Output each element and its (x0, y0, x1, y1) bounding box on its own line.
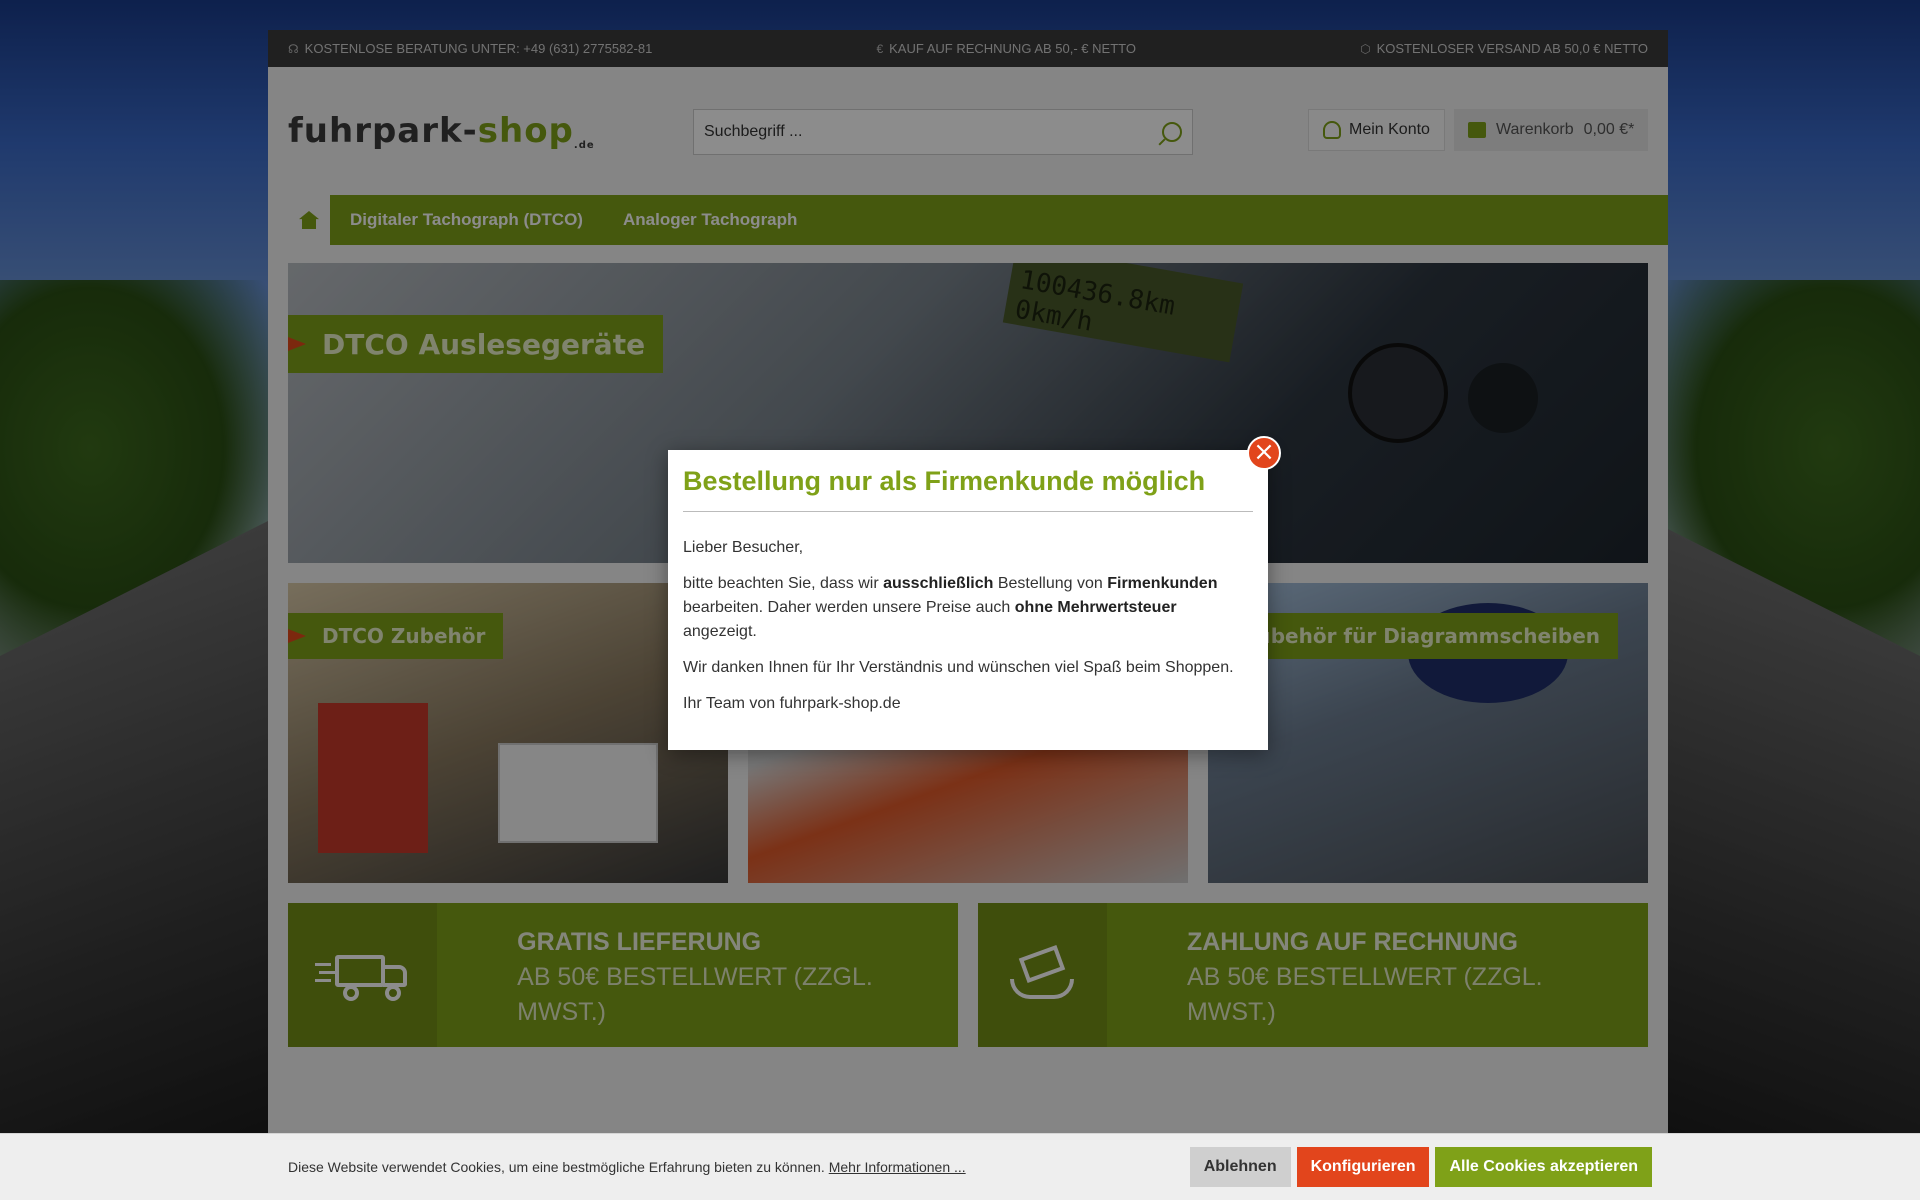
cookie-message: Diese Website verwendet Cookies, um eine… (288, 1159, 1184, 1175)
cookie-configure-button[interactable]: Konfigurieren (1296, 1147, 1430, 1187)
modal-signature: Ihr Team von fuhrpark-shop.de (683, 695, 901, 712)
close-icon: × (1253, 437, 1275, 467)
cookie-accept-button[interactable]: Alle Cookies akzeptieren (1435, 1147, 1652, 1187)
cookie-more-link[interactable]: Mehr Informationen ... (829, 1159, 966, 1175)
modal-title: Bestellung nur als Firmenkunde möglich (683, 466, 1253, 512)
cookie-bar: Diese Website verwendet Cookies, um eine… (0, 1133, 1920, 1200)
modal-greeting: Lieber Besucher, (683, 539, 804, 556)
cookie-text: Diese Website verwendet Cookies, um eine… (288, 1159, 825, 1175)
modal-close-button[interactable]: × (1247, 436, 1281, 470)
modal-paragraph-2: Wir danken Ihnen für Ihr Verständnis und… (683, 659, 1234, 676)
cookie-deny-button[interactable]: Ablehnen (1189, 1147, 1291, 1187)
modal-paragraph-1: bitte beachten Sie, dass wir ausschließl… (683, 575, 1218, 640)
business-customer-modal: Bestellung nur als Firmenkunde möglich L… (668, 450, 1268, 750)
modal-body: Lieber Besucher, bitte beachten Sie, das… (683, 536, 1253, 716)
